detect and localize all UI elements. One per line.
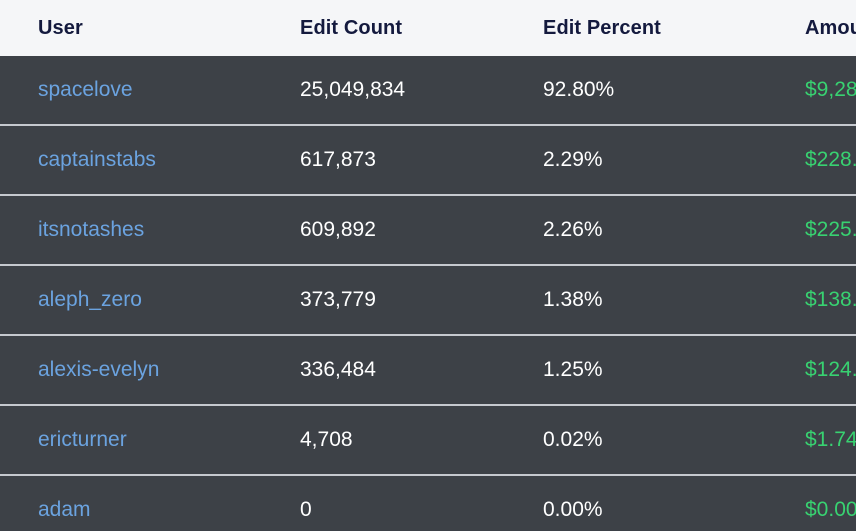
- amount-value: $124.65: [805, 358, 856, 381]
- column-header-amount[interactable]: Amount: [780, 0, 856, 56]
- edit-count-value: 336,484: [300, 358, 376, 381]
- cell-edit-percent: 2.26%: [518, 195, 780, 265]
- amount-value: $9,280.27: [805, 78, 856, 101]
- user-link[interactable]: spacelove: [38, 78, 133, 101]
- edit-count-value: 25,049,834: [300, 78, 406, 101]
- cell-edit-count: 373,779: [275, 265, 518, 335]
- user-link[interactable]: itsnotashes: [38, 218, 144, 241]
- table-row: alexis-evelyn 336,484 1.25% $124.65: [0, 335, 856, 405]
- user-link[interactable]: captainstabs: [38, 148, 156, 171]
- cell-amount: $124.65: [780, 335, 856, 405]
- leaderboard-table-container: User Edit Count Edit Percent Amount spac…: [0, 0, 856, 531]
- cell-user: itsnotashes: [0, 195, 275, 265]
- column-header-user[interactable]: User: [0, 0, 275, 56]
- cell-amount: $228.90: [780, 125, 856, 195]
- table-row: adam 0 0.00% $0.00: [0, 475, 856, 531]
- table-row: captainstabs 617,873 2.29% $228.90: [0, 125, 856, 195]
- table-row: spacelove 25,049,834 92.80% $9,280.27: [0, 56, 856, 125]
- cell-user: aleph_zero: [0, 265, 275, 335]
- amount-value: $225.94: [805, 218, 856, 241]
- cell-user: adam: [0, 475, 275, 531]
- cell-amount: $138.47: [780, 265, 856, 335]
- cell-edit-percent: 92.80%: [518, 56, 780, 125]
- cell-edit-count: 609,892: [275, 195, 518, 265]
- cell-edit-count: 0: [275, 475, 518, 531]
- table-header: User Edit Count Edit Percent Amount: [0, 0, 856, 56]
- cell-user: ericturner: [0, 405, 275, 475]
- cell-user: spacelove: [0, 56, 275, 125]
- edit-count-value: 373,779: [300, 288, 376, 311]
- table-row: aleph_zero 373,779 1.38% $138.47: [0, 265, 856, 335]
- column-header-edit-percent[interactable]: Edit Percent: [518, 0, 780, 56]
- cell-edit-percent: 0.00%: [518, 475, 780, 531]
- table-body: spacelove 25,049,834 92.80% $9,280.27 captai…: [0, 56, 856, 531]
- amount-value: $1.74: [805, 428, 856, 451]
- table-header-row: User Edit Count Edit Percent Amount: [0, 0, 856, 56]
- edit-percent-value: 92.80%: [543, 78, 615, 101]
- user-link[interactable]: alexis-evelyn: [38, 358, 159, 381]
- edit-leaderboard-table: User Edit Count Edit Percent Amount spac…: [0, 0, 856, 531]
- table-row: ericturner 4,708 0.02% $1.74: [0, 405, 856, 475]
- cell-user: captainstabs: [0, 125, 275, 195]
- cell-amount: $0.00: [780, 475, 856, 531]
- user-link[interactable]: aleph_zero: [38, 288, 142, 311]
- cell-edit-count: 4,708: [275, 405, 518, 475]
- edit-count-value: 617,873: [300, 148, 376, 171]
- cell-edit-percent: 1.38%: [518, 265, 780, 335]
- amount-value: $228.90: [805, 148, 856, 171]
- edit-percent-value: 0.02%: [543, 428, 603, 451]
- edit-percent-value: 0.00%: [543, 498, 603, 521]
- cell-edit-count: 617,873: [275, 125, 518, 195]
- table-row: itsnotashes 609,892 2.26% $225.94: [0, 195, 856, 265]
- cell-user: alexis-evelyn: [0, 335, 275, 405]
- user-link[interactable]: ericturner: [38, 428, 127, 451]
- user-link[interactable]: adam: [38, 498, 91, 521]
- edit-count-value: 0: [300, 498, 312, 521]
- cell-amount: $9,280.27: [780, 56, 856, 125]
- column-header-edit-count[interactable]: Edit Count: [275, 0, 518, 56]
- cell-edit-percent: 0.02%: [518, 405, 780, 475]
- edit-percent-value: 2.29%: [543, 148, 603, 171]
- edit-count-value: 4,708: [300, 428, 353, 451]
- edit-count-value: 609,892: [300, 218, 376, 241]
- edit-percent-value: 1.25%: [543, 358, 603, 381]
- cell-amount: $225.94: [780, 195, 856, 265]
- edit-percent-value: 1.38%: [543, 288, 603, 311]
- amount-value: $138.47: [805, 288, 856, 311]
- cell-amount: $1.74: [780, 405, 856, 475]
- edit-percent-value: 2.26%: [543, 218, 603, 241]
- cell-edit-percent: 1.25%: [518, 335, 780, 405]
- amount-value: $0.00: [805, 498, 856, 521]
- cell-edit-count: 25,049,834: [275, 56, 518, 125]
- cell-edit-count: 336,484: [275, 335, 518, 405]
- cell-edit-percent: 2.29%: [518, 125, 780, 195]
